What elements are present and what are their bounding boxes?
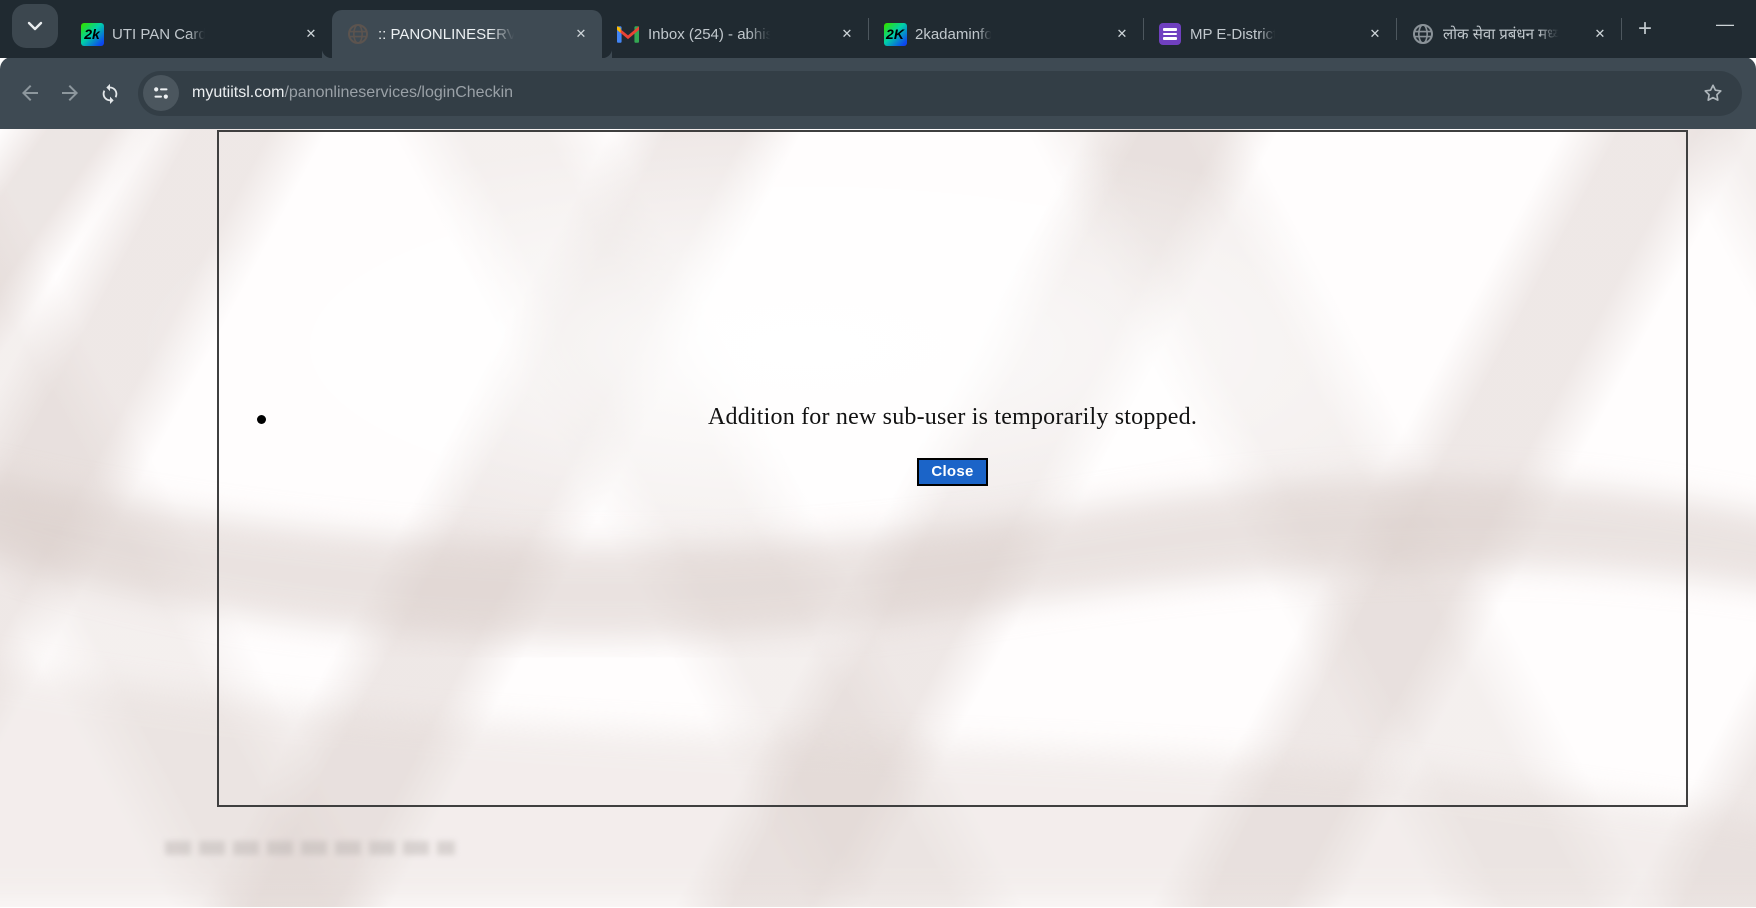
url-path: /panonlineservices/loginCheckin: [284, 84, 513, 101]
notice-message: Addition for new sub-user is temporarily…: [708, 404, 1197, 430]
star-icon: [1702, 82, 1724, 104]
close-tab-icon[interactable]: ✕: [836, 23, 858, 45]
tab-gmail-inbox[interactable]: Inbox (254) - abhis ✕: [602, 10, 868, 58]
close-tab-icon[interactable]: ✕: [1589, 23, 1611, 45]
2k-site-icon: 2k: [80, 22, 104, 46]
tab-uti-pan-card[interactable]: 2k UTI PAN Card ✕: [66, 10, 332, 58]
close-button[interactable]: Close: [917, 458, 987, 486]
close-tab-icon[interactable]: ✕: [570, 23, 592, 45]
url-text[interactable]: myutiitsl.com/panonlineservices/loginChe…: [192, 84, 1698, 102]
tab-title: UTI PAN Card: [112, 26, 207, 43]
reload-button[interactable]: [90, 73, 130, 113]
tab-search-button[interactable]: [12, 4, 58, 48]
watermark-smudge: [165, 841, 455, 855]
site-settings-icon: [152, 84, 170, 102]
back-arrow-icon: [18, 81, 42, 105]
new-tab-button[interactable]: +: [1628, 12, 1662, 46]
list-form-icon: [1158, 22, 1182, 46]
chevron-down-icon: [27, 21, 43, 31]
tab-title: लोक सेवा प्रबंधन मध्य: [1443, 24, 1561, 44]
tab-2kadaminfo[interactable]: 2K 2kadaminfo ✕: [869, 10, 1143, 58]
notice-row: Addition for new sub-user is temporarily…: [219, 404, 1686, 431]
address-bar[interactable]: myutiitsl.com/panonlineservices/loginChe…: [138, 71, 1742, 116]
tab-lok-seva-prabandhan[interactable]: लोक सेवा प्रबंधन मध्य ✕: [1397, 10, 1621, 58]
message-box: Addition for new sub-user is temporarily…: [217, 130, 1688, 807]
forward-arrow-icon: [58, 81, 82, 105]
tab-mp-e-district[interactable]: MP E-District ✕: [1144, 10, 1396, 58]
close-tab-icon[interactable]: ✕: [1111, 23, 1133, 45]
reload-icon: [99, 82, 121, 104]
page-content: Addition for new sub-user is temporarily…: [0, 129, 1756, 907]
close-tab-icon[interactable]: ✕: [1364, 23, 1386, 45]
tab-separator: [1621, 18, 1622, 40]
browser-toolbar: myutiitsl.com/panonlineservices/loginChe…: [0, 57, 1756, 129]
forward-button[interactable]: [50, 73, 90, 113]
2k-site-icon: 2K: [883, 22, 907, 46]
back-button[interactable]: [10, 73, 50, 113]
close-tab-icon[interactable]: ✕: [300, 23, 322, 45]
bookmark-star-button[interactable]: [1698, 78, 1728, 108]
list-bullet: [257, 415, 266, 424]
tab-title: :: PANONLINESERV: [378, 26, 517, 43]
site-info-button[interactable]: [143, 75, 179, 111]
tab-title: MP E-District: [1190, 26, 1277, 43]
globe-icon: [346, 22, 370, 46]
tab-title: Inbox (254) - abhis: [648, 26, 773, 43]
tab-strip: 2k UTI PAN Card ✕ :: PANONLINESERV ✕: [0, 0, 1756, 58]
window-minimize-button[interactable]: —: [1716, 14, 1734, 35]
tab-panonlineservices-active[interactable]: :: PANONLINESERV ✕: [332, 10, 602, 58]
tab-title: 2kadaminfo: [915, 26, 993, 43]
globe-icon: [1411, 22, 1435, 46]
url-domain: myutiitsl.com: [192, 84, 284, 101]
gmail-icon: [616, 22, 640, 46]
